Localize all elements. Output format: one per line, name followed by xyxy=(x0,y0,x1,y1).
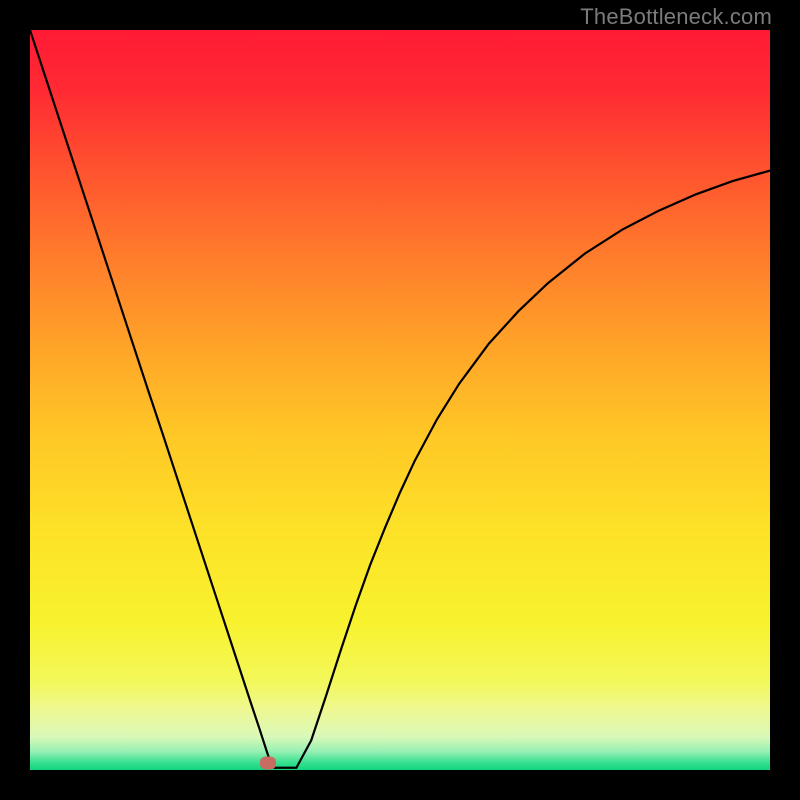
curve-layer xyxy=(30,30,770,770)
optimum-marker xyxy=(260,757,276,770)
watermark-text: TheBottleneck.com xyxy=(580,4,772,30)
plot-area xyxy=(30,30,770,770)
bottleneck-curve xyxy=(30,30,770,768)
chart-frame: TheBottleneck.com xyxy=(0,0,800,800)
